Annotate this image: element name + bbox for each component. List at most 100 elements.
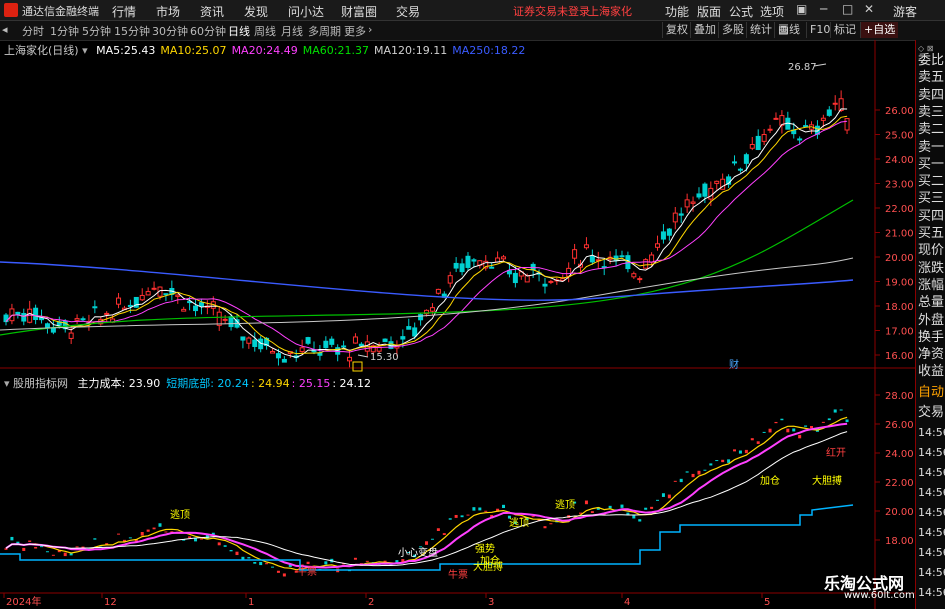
candle-body — [844, 118, 850, 131]
side-item[interactable]: 涨幅 — [918, 279, 944, 292]
candle-body — [175, 294, 181, 297]
side-item[interactable]: 卖二 — [918, 123, 944, 136]
side-item[interactable]: 外盘 — [918, 314, 944, 327]
period-multi[interactable]: 多周期 — [308, 23, 341, 39]
candle-body — [68, 332, 74, 339]
sub-candle — [10, 536, 14, 541]
menu-trade[interactable]: 交易 — [396, 3, 420, 20]
overlay-button[interactable]: 叠加 — [690, 22, 719, 38]
side-item[interactable]: 委比 — [918, 54, 944, 67]
candle-body — [714, 180, 720, 184]
tag-button[interactable]: 标记 — [830, 22, 859, 38]
period-5min[interactable]: 5分钟 — [82, 23, 111, 39]
sub-candle — [667, 494, 671, 499]
side-item[interactable]: 14:56 — [918, 566, 945, 579]
side-item[interactable]: 卖四 — [918, 89, 944, 102]
sub-candle — [780, 418, 784, 421]
x-tick-label: 5 — [764, 597, 770, 608]
menu-layout[interactable]: 版面 — [697, 3, 721, 20]
adjust-button[interactable]: 复权 — [662, 22, 691, 38]
candle-body — [832, 102, 838, 105]
side-item[interactable]: 自动 — [918, 386, 944, 399]
candle-body — [104, 312, 110, 315]
period-daily[interactable]: 日线 — [228, 23, 250, 39]
maximize-icon[interactable]: □ — [842, 2, 853, 16]
sub-candle — [679, 478, 683, 483]
more-chevron-icon[interactable]: › — [368, 23, 372, 36]
period-15min[interactable]: 15分钟 — [114, 23, 150, 39]
side-item[interactable]: 买二 — [918, 175, 944, 188]
menu-quotes[interactable]: 行情 — [112, 3, 136, 20]
sub-candle — [531, 516, 535, 518]
period-monthly[interactable]: 月线 — [281, 23, 303, 39]
period-30min[interactable]: 30分钟 — [152, 23, 188, 39]
user-label[interactable]: 游客 — [893, 3, 917, 20]
side-item[interactable]: 14:56 — [918, 586, 945, 599]
sub-candle — [502, 504, 506, 509]
sub-candle — [827, 418, 831, 421]
minimize-icon[interactable]: ─ — [820, 2, 827, 16]
sub-candle — [756, 441, 760, 444]
candle-body — [33, 307, 39, 321]
candle-body — [435, 288, 441, 294]
side-item[interactable]: 14:56 — [918, 546, 945, 559]
kline-chart[interactable]: 26.00 25.00 24.00 23.00 22.00 21.00 20.00 19.00… — [0, 40, 915, 609]
menu-market[interactable]: 市场 — [156, 3, 180, 20]
menu-news[interactable]: 资讯 — [200, 3, 224, 20]
side-item[interactable]: 换手 — [918, 331, 944, 344]
side-item[interactable]: 卖一 — [918, 141, 944, 154]
menu-wealth[interactable]: 财富圈 — [341, 3, 377, 20]
sub-candle — [28, 540, 32, 542]
period-60min[interactable]: 60分钟 — [190, 23, 226, 39]
side-item[interactable]: 卖三 — [918, 106, 944, 119]
sub-candle — [744, 449, 748, 454]
side-item[interactable]: 交易 — [918, 406, 944, 419]
side-item[interactable]: 买三 — [918, 192, 944, 205]
sub-candle — [804, 425, 808, 427]
login-status[interactable]: 证券交易未登录 — [513, 3, 590, 19]
side-item[interactable]: 14:56 — [918, 446, 945, 459]
side-item[interactable]: 涨跌 — [918, 262, 944, 275]
period-weekly[interactable]: 周线 — [254, 23, 276, 39]
candle-body — [820, 117, 826, 121]
menu-formula[interactable]: 公式 — [729, 3, 753, 20]
candle-body — [649, 254, 655, 263]
menu-discover[interactable]: 发现 — [244, 3, 268, 20]
period-1min[interactable]: 1分钟 — [50, 23, 79, 39]
side-item[interactable]: 卖五 — [918, 71, 944, 84]
main-chart-legend: 上海家化(日线) ▾ MA5:25.43 MA10:25.07 MA20:24.49… — [4, 42, 525, 58]
menu-ask[interactable]: 问小达 — [288, 3, 324, 20]
side-item[interactable]: 14:56 — [918, 506, 945, 519]
close-icon[interactable]: ✕ — [864, 2, 874, 16]
signal-label: 逃顶 — [555, 498, 575, 511]
menu-function[interactable]: 功能 — [665, 3, 689, 20]
side-item[interactable]: 收益 — [918, 365, 944, 378]
sub-candle — [430, 538, 434, 540]
side-item[interactable]: 14:56 — [918, 526, 945, 539]
skin-icon[interactable]: ▣ — [796, 2, 807, 16]
draw-line-button[interactable]: 画线 — [775, 22, 803, 38]
side-item[interactable]: 14:56 — [918, 466, 945, 479]
add-favorite-button[interactable]: +自选 — [860, 22, 899, 38]
statistics-button[interactable]: 统计 — [746, 22, 775, 38]
y-tick-label: 18.00 — [885, 302, 914, 313]
nav-left-icon[interactable]: ◂ — [2, 23, 8, 36]
candle-body — [732, 161, 738, 164]
period-more[interactable]: 更多 — [344, 23, 366, 39]
legend-toggle-icon[interactable]: ▾ — [82, 44, 88, 57]
sub-candle — [93, 538, 97, 540]
side-item[interactable]: 买一 — [918, 158, 944, 171]
side-item[interactable]: 净资 — [918, 348, 944, 361]
side-item[interactable]: 总量 — [918, 296, 944, 309]
side-item[interactable]: 14:56 — [918, 426, 945, 439]
side-item[interactable]: 买五 — [918, 227, 944, 240]
multi-stock-button[interactable]: 多股 — [718, 22, 747, 38]
side-item[interactable]: 14:56 — [918, 486, 945, 499]
sub-legend-toggle-icon[interactable]: ▾ — [4, 377, 10, 390]
menu-options[interactable]: 选项 — [760, 3, 784, 20]
signal-label: 大胆搏 — [473, 560, 503, 573]
side-item[interactable]: 现价 — [918, 244, 944, 257]
side-item[interactable]: 买四 — [918, 210, 944, 223]
sub-chart-legend: ▾ 股朋指标网 主力成本: 23.90 短期底部: 20.24: 24.94: 2… — [4, 375, 371, 391]
period-intraday[interactable]: 分时 — [22, 23, 44, 39]
